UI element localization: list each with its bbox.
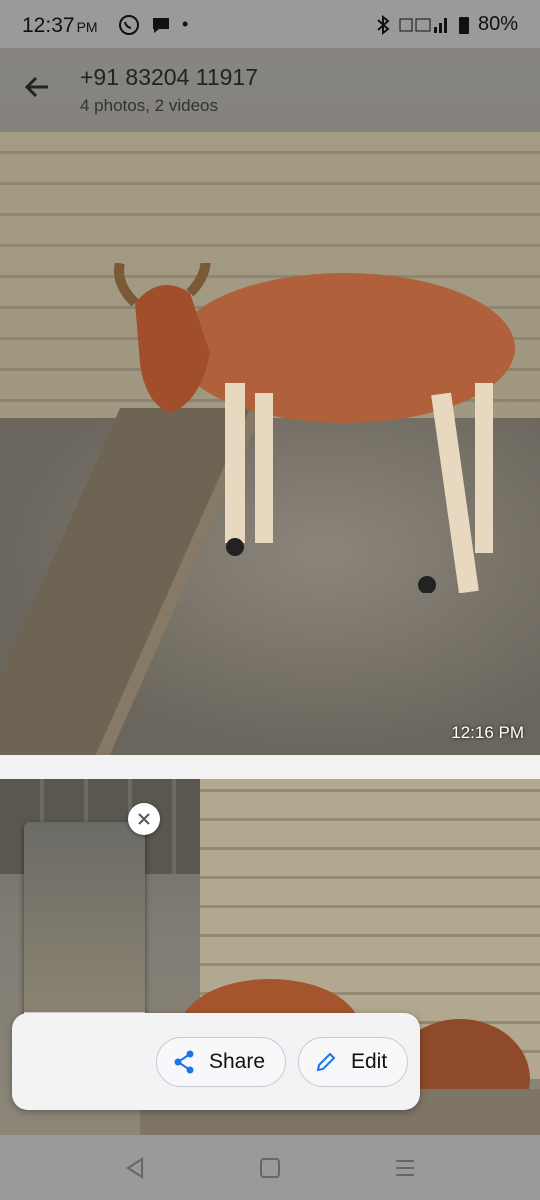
screenshot-actions-sheet: Share Edit: [12, 1013, 420, 1110]
pencil-icon: [316, 1052, 336, 1072]
status-right: 80%: [376, 13, 518, 36]
share-label: Share: [209, 1050, 266, 1073]
status-time: 12:37 PM: [22, 14, 98, 37]
more-notifications-dot: •: [182, 14, 189, 34]
close-thumbnail-button[interactable]: [128, 803, 160, 835]
nav-home-icon[interactable]: [255, 1153, 285, 1183]
edit-label: Edit: [351, 1050, 388, 1073]
nav-back-icon[interactable]: [120, 1153, 150, 1183]
gallery-toolbar: +91 83204 11917 4 photos, 2 videos: [0, 48, 540, 132]
cow-illustration: [114, 263, 515, 593]
share-icon: [174, 1050, 194, 1074]
status-bar: 12:37 PM • 80%: [0, 0, 540, 48]
bluetooth-icon: [377, 14, 390, 35]
notification-icons: •: [118, 14, 188, 36]
system-nav-bar: [0, 1135, 540, 1200]
whatsapp-icon: [119, 15, 139, 35]
back-arrow-icon[interactable]: [22, 72, 52, 102]
battery-percent: 80%: [477, 13, 518, 35]
close-icon: [138, 813, 150, 825]
nav-recents-icon[interactable]: [390, 1153, 420, 1183]
media-photo-1[interactable]: [0, 48, 540, 755]
volte-signal-icon: [399, 17, 447, 33]
media-divider: [0, 755, 540, 779]
messages-icon: [153, 18, 169, 33]
photo-timestamp: 12:16 PM: [451, 723, 524, 742]
media-count: 4 photos, 2 videos: [80, 96, 218, 115]
contact-number: +91 83204 11917: [80, 64, 259, 90]
thumbnail-top: [24, 822, 145, 1012]
share-button[interactable]: Share: [156, 1037, 286, 1087]
battery-icon: [458, 16, 469, 34]
edit-button[interactable]: Edit: [298, 1037, 408, 1087]
